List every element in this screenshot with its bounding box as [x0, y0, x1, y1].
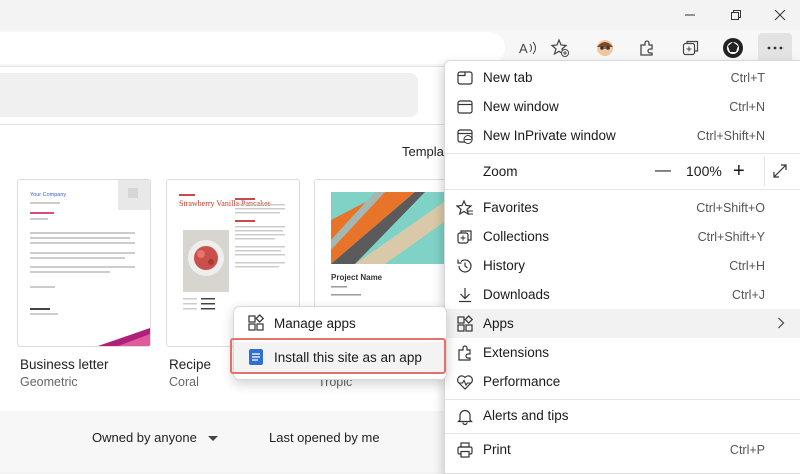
add-favorite-icon — [550, 38, 569, 57]
read-aloud-button[interactable]: A — [513, 33, 543, 63]
bell-icon — [455, 406, 475, 426]
business-letter-thumbnail: Your Company — [30, 180, 150, 346]
address-bar[interactable] — [0, 32, 505, 64]
owner-filter-dropdown[interactable]: Owned by anyone — [92, 430, 219, 445]
menu-item-new-window[interactable]: New window Ctrl+N — [445, 92, 800, 121]
close-icon — [774, 9, 786, 21]
fullscreen-button[interactable] — [764, 156, 788, 186]
settings-and-more-button[interactable] — [758, 33, 792, 63]
owner-filter-label: Owned by anyone — [92, 430, 197, 445]
history-icon — [455, 256, 475, 276]
menu-divider — [445, 189, 800, 190]
svg-text:A: A — [519, 41, 528, 56]
chevron-right-icon — [777, 317, 785, 329]
fullscreen-icon — [773, 164, 787, 178]
zoom-out-button[interactable]: — — [655, 162, 671, 180]
menu-item-performance[interactable]: Performance — [445, 367, 800, 396]
menu-item-apps[interactable]: Apps — [445, 309, 800, 338]
add-favorite-button[interactable] — [545, 33, 575, 63]
menu-divider — [445, 433, 800, 434]
minimize-button[interactable] — [668, 0, 712, 30]
template-title: Recipe — [169, 357, 212, 372]
restore-icon — [731, 10, 741, 20]
close-window-button[interactable] — [758, 0, 800, 30]
menu-item-new-inprivate-window[interactable]: New InPrivate window Ctrl+Shift+N — [445, 121, 800, 150]
extensions-icon — [455, 343, 475, 363]
title-bar — [0, 0, 800, 30]
favorites-icon — [455, 198, 475, 218]
thumb-heading: Your Company — [30, 192, 66, 198]
highlight-box — [230, 338, 446, 374]
manage-apps-icon — [246, 313, 266, 333]
menu-item-new-tab[interactable]: New tab Ctrl+T — [445, 63, 800, 92]
performance-icon — [455, 372, 475, 392]
menu-item-zoom: Zoom — 100% + — [445, 156, 800, 186]
template-card-business-letter[interactable]: Your Company — [17, 179, 151, 347]
extension-avatar-button[interactable] — [590, 33, 620, 63]
collections-icon — [682, 40, 699, 56]
avatar-icon — [597, 40, 613, 56]
menu-divider — [445, 399, 800, 400]
profile-avatar-icon — [723, 38, 743, 58]
templates-label[interactable]: Templa — [402, 144, 444, 159]
template-subtitle: Coral — [169, 375, 199, 389]
caret-down-icon — [208, 435, 219, 441]
zoom-level: 100% — [686, 163, 722, 179]
restore-button[interactable] — [714, 0, 758, 30]
sort-filter[interactable]: Last opened by me — [269, 430, 380, 445]
read-aloud-icon: A — [519, 41, 536, 56]
submenu-item-manage-apps[interactable]: Manage apps — [234, 308, 446, 338]
zoom-in-button[interactable]: + — [733, 161, 745, 181]
search-box[interactable] — [0, 73, 418, 117]
thumb-heading: Project Name — [331, 273, 383, 282]
menu-item-history[interactable]: History Ctrl+H — [445, 251, 800, 280]
menu-item-favorites[interactable]: Favorites Ctrl+Shift+O — [445, 193, 800, 222]
print-icon — [455, 440, 475, 460]
template-title: Business letter — [20, 357, 109, 372]
thumb-heading: Strawberry Vanilla Pancakes — [179, 199, 271, 208]
inprivate-icon — [455, 126, 475, 146]
extensions-button[interactable] — [632, 33, 662, 63]
menu-divider — [445, 153, 800, 154]
collections-button[interactable] — [676, 33, 706, 63]
new-window-icon — [455, 97, 475, 117]
menu-item-collections[interactable]: Collections Ctrl+Shift+Y — [445, 222, 800, 251]
extensions-icon — [640, 40, 653, 56]
menu-item-alerts-and-tips[interactable]: Alerts and tips — [445, 401, 800, 430]
settings-and-more-menu: New tab Ctrl+T New window Ctrl+N New InP… — [444, 60, 800, 474]
menu-item-extensions[interactable]: Extensions — [445, 338, 800, 367]
minimize-icon — [685, 14, 695, 16]
apps-icon — [455, 314, 475, 334]
new-tab-icon — [455, 68, 475, 88]
more-icon — [767, 46, 783, 50]
downloads-icon — [455, 285, 475, 305]
profile-button[interactable] — [718, 33, 748, 63]
menu-item-print[interactable]: Print Ctrl+P — [445, 435, 800, 464]
collections-icon — [455, 227, 475, 247]
menu-item-downloads[interactable]: Downloads Ctrl+J — [445, 280, 800, 309]
template-subtitle: Geometric — [20, 375, 78, 389]
